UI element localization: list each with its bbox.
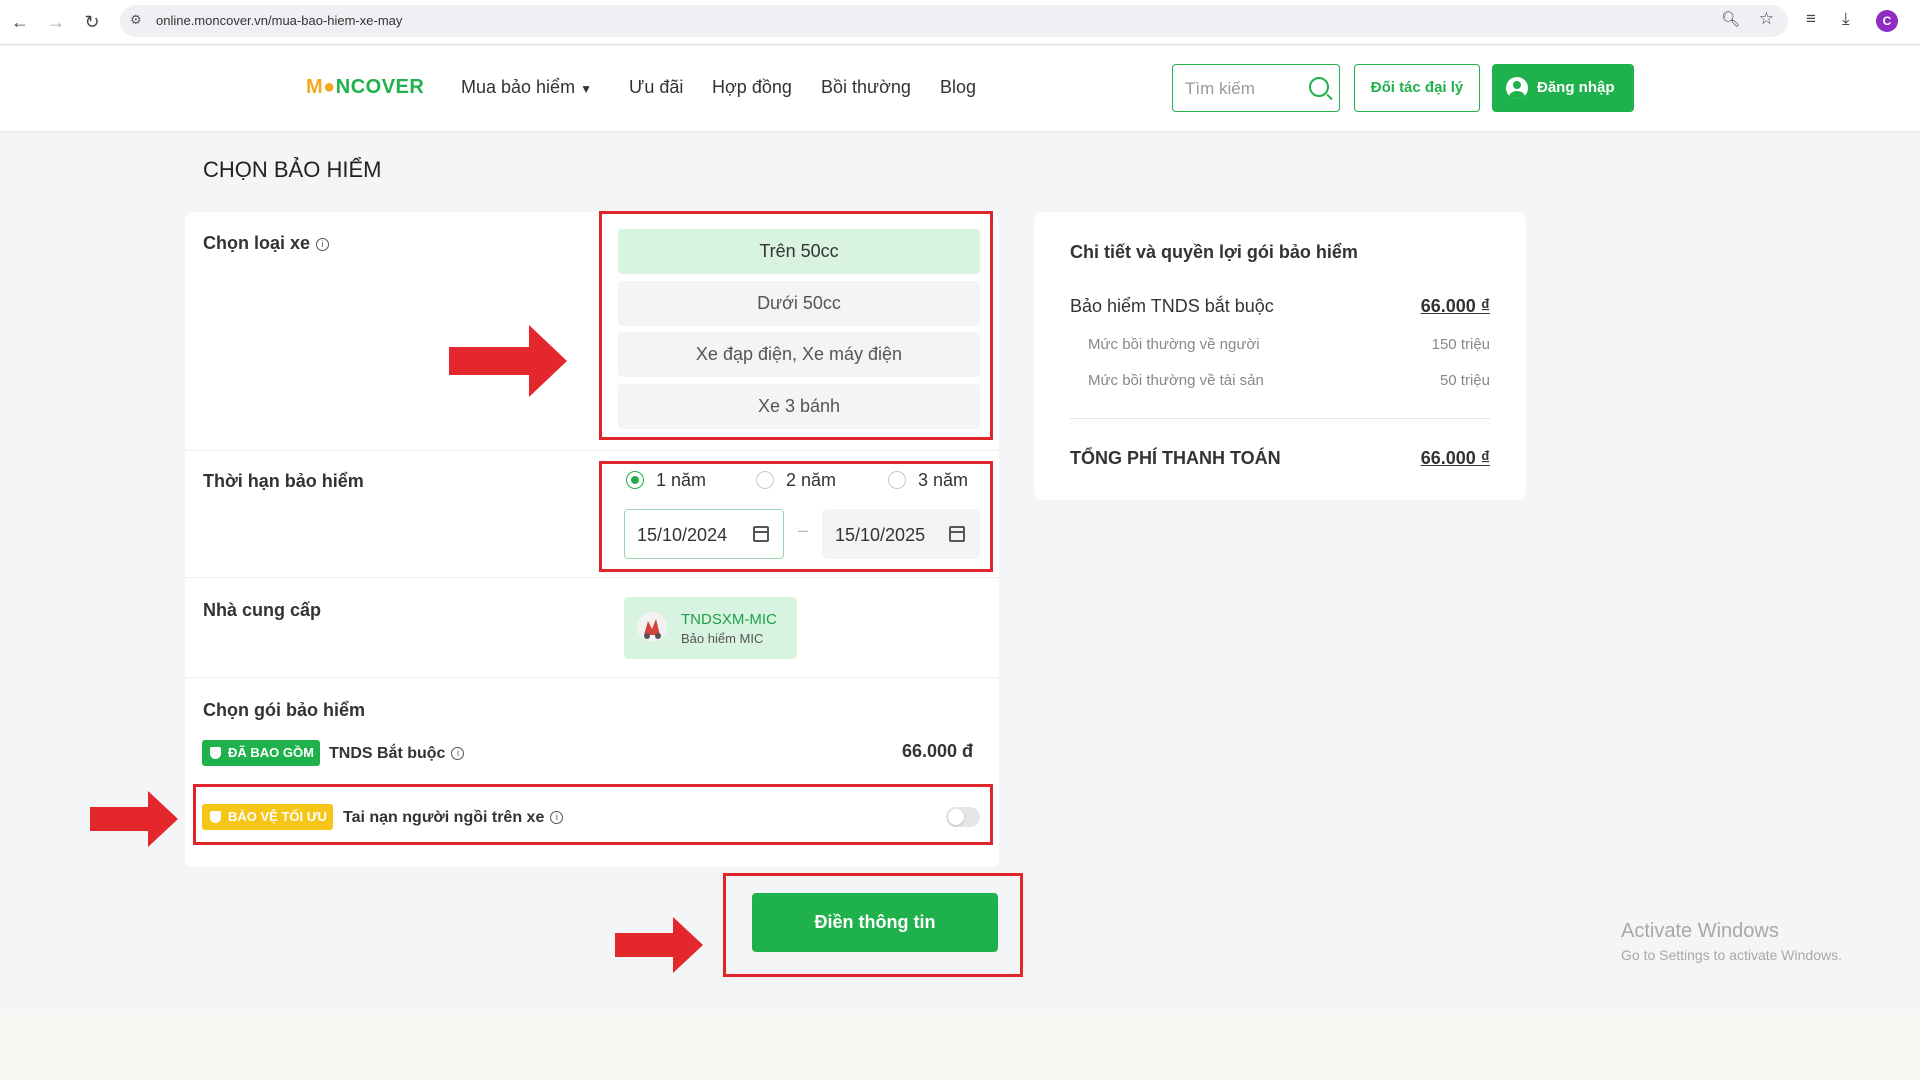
url-text[interactable]: online.moncover.vn/mua-bao-hiem-xe-may: [156, 13, 402, 28]
page-title: CHỌN BẢO HIỂM: [203, 157, 382, 182]
info-icon[interactable]: i: [316, 238, 330, 251]
provider-name: TNDSXM-MIC: [681, 611, 777, 628]
divider: [185, 577, 999, 578]
footer-area: [0, 1010, 1920, 1080]
divider: [185, 450, 999, 451]
divider: [1070, 418, 1490, 419]
download-icon[interactable]: ⤓: [1842, 9, 1850, 29]
mic-logo-icon: [637, 612, 667, 642]
search-box[interactable]: [1172, 64, 1340, 112]
menu-claims[interactable]: Bồi thường: [821, 77, 911, 98]
summary-total-row: TỔNG PHÍ THANH TOÁN 66.000 ₫: [1070, 448, 1490, 468]
bookmark-star-icon[interactable]: ☆: [1759, 9, 1774, 29]
annotation-box: [723, 873, 1023, 977]
login-button[interactable]: Đăng nhập: [1492, 64, 1634, 112]
included-package-price: 66.000 đ: [902, 741, 974, 761]
red-arrow-icon: [449, 325, 567, 397]
reload-icon[interactable]: ↻: [80, 10, 104, 34]
provider-sub: Bảo hiểm MIC: [681, 631, 764, 646]
annotation-box: [599, 461, 993, 572]
provider-card[interactable]: TNDSXM-MIC Bảo hiểm MIC: [624, 597, 797, 659]
moncover-logo[interactable]: M●NCOVER: [306, 76, 424, 99]
provider-label: Nhà cung cấp: [203, 600, 322, 620]
shield-icon: [210, 747, 221, 759]
menu-blog[interactable]: Blog: [940, 77, 976, 98]
summary-sub-row: Mức bồi thường về tài sản 50 triệu: [1088, 372, 1490, 389]
summary-title: Chi tiết và quyền lợi gói bảo hiểm: [1070, 242, 1358, 262]
included-badge: ĐÃ BAO GỒM: [202, 740, 320, 766]
search-input[interactable]: [1185, 77, 1305, 101]
activate-windows-subtitle: Go to Settings to activate Windows.: [1621, 947, 1842, 963]
address-bar[interactable]: ⚙ online.moncover.vn/mua-bao-hiem-xe-may…: [120, 5, 1788, 37]
activate-windows-title: Activate Windows: [1621, 920, 1779, 942]
partner-agent-button[interactable]: Đối tác đại lý: [1354, 64, 1480, 112]
summary-main-value: 66.000 ₫: [1420, 296, 1490, 316]
reading-list-icon[interactable]: ≡: [1806, 9, 1816, 29]
vehicle-type-label: Chọn loại xe i: [203, 233, 330, 254]
included-package-name: TNDS Bắt buộc i: [329, 745, 465, 763]
profile-avatar[interactable]: C: [1876, 10, 1898, 32]
caret-down-icon: ▼: [580, 82, 592, 96]
forward-arrow-icon[interactable]: →: [44, 10, 68, 34]
menu-offers[interactable]: Ưu đãi: [629, 77, 683, 98]
zoom-icon[interactable]: 🔍︎: [1721, 10, 1740, 28]
summary-total-value: 66.000 ₫: [1420, 448, 1490, 468]
package-label: Chọn gói bảo hiểm: [203, 700, 365, 720]
summary-sub-row: Mức bồi thường về người 150 triệu: [1088, 336, 1490, 353]
annotation-box: [599, 211, 993, 440]
back-arrow-icon[interactable]: ←: [8, 10, 32, 34]
insurance-term-label: Thời hạn bảo hiểm: [203, 471, 364, 491]
site-settings-icon[interactable]: ⚙: [130, 12, 142, 28]
annotation-box: [193, 784, 993, 845]
info-icon[interactable]: i: [451, 747, 465, 760]
red-arrow-icon: [90, 791, 178, 847]
site-header: M●NCOVER Mua bảo hiểm ▼ Ưu đãi Hợp đồng …: [0, 46, 1920, 131]
search-icon[interactable]: [1309, 77, 1329, 97]
divider: [185, 677, 999, 678]
login-label: Đăng nhập: [1537, 79, 1615, 96]
browser-toolbar: ← → ↻ ⚙ online.moncover.vn/mua-bao-hiem-…: [0, 0, 1920, 45]
summary-main-row: Bảo hiểm TNDS bắt buộc 66.000 ₫: [1070, 296, 1490, 316]
red-arrow-icon: [615, 917, 703, 973]
user-icon: [1506, 77, 1528, 99]
menu-buy-insurance[interactable]: Mua bảo hiểm ▼: [461, 77, 592, 98]
menu-contracts[interactable]: Hợp đồng: [712, 77, 792, 98]
